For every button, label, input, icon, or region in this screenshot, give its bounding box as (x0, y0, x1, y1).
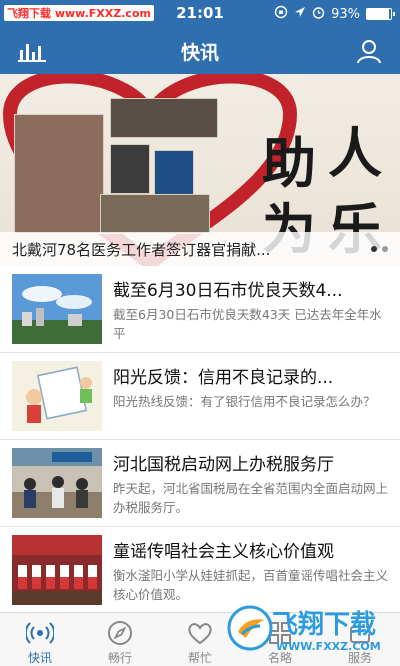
news-title: 童谣传唱社会主义核心价值观 (113, 542, 334, 562)
list-item[interactable]: 河北国税启动网上办税服务厅 昨天起，河北省国税局在全省范围内全面启动网上办税服务… (0, 440, 400, 527)
status-indicators: 93% (274, 5, 395, 23)
news-desc: 衡水滏阳小学从娃娃抓起，百首童谣传唱社会主义核心价值观。 (113, 568, 388, 602)
banner-big-text-1: 助 (262, 131, 316, 195)
watermark-logo: 飞翔下载 WWW.FXXZ.COM (226, 602, 394, 658)
banner-big-text-2: 人 (328, 121, 382, 185)
carousel-dot[interactable] (382, 246, 388, 252)
alarm-icon (312, 6, 325, 23)
broadcast-icon (24, 619, 56, 647)
page-title: 快讯 (180, 42, 219, 64)
news-title: 截至6月30日石市优良天数4... (113, 281, 343, 301)
banner-caption[interactable]: 北戴河78名医务工作者签订器官捐献... (12, 239, 270, 260)
news-title: 阳光反馈：信用不良记录的... (113, 368, 334, 388)
news-desc: 阳光热线反馈：有了银行信用不良记录怎么办？ (113, 394, 376, 409)
nav-bar: 快讯 (0, 26, 400, 74)
battery-icon (366, 8, 395, 20)
office-hall-photo (12, 448, 102, 518)
status-bar: 飞翔下载 www.FXXZ.com 21:01 93% (0, 0, 400, 26)
cartoon-illustration (12, 361, 102, 431)
news-list: 截至6月30日石市优良天数4... 截至6月30日石市优良天数43天 已达去年全… (0, 266, 400, 614)
watermark-logo-icon (227, 605, 273, 651)
rotation-lock-icon (274, 5, 288, 23)
user-icon[interactable] (356, 38, 382, 64)
banner-photo-bottom (100, 194, 210, 234)
list-item[interactable]: 截至6月30日石市优良天数4... 截至6月30日石市优良天数43天 已达去年全… (0, 266, 400, 353)
compass-icon (106, 619, 134, 647)
tab-label: 快讯 (27, 651, 52, 665)
battery-percent: 93% (331, 6, 360, 22)
tab-changxing[interactable]: 畅行 (80, 613, 160, 666)
list-item[interactable]: 童谣传唱社会主义核心价值观 衡水滏阳小学从娃娃抓起，百首童谣传唱社会主义核心价值… (0, 527, 400, 614)
location-icon (294, 6, 306, 22)
tab-label: 畅行 (107, 651, 132, 665)
watermark-main-text: 飞翔下载 (272, 610, 377, 640)
list-item[interactable]: 阳光反馈：信用不良记录的... 阳光热线反馈：有了银行信用不良记录怎么办？ (0, 353, 400, 440)
carousel-dots (371, 246, 388, 252)
banner-caption-bar: 北戴河78名医务工作者签订器官捐献... (0, 232, 400, 266)
banner-carousel[interactable]: 助 人 为 乐 北戴河78名医务工作者签订器官捐献... (0, 74, 400, 266)
banner-photo-group (110, 98, 218, 138)
banner-photo-man (154, 150, 194, 200)
banner-photo-woman (110, 144, 150, 194)
watermark-sub-text: WWW.FXXZ.COM (276, 640, 381, 653)
heart-hands-icon (186, 619, 214, 647)
news-desc: 截至6月30日石市优良天数43天 已达去年全年水平 (113, 307, 382, 341)
news-title: 河北国税启动网上办税服务厅 (113, 455, 334, 475)
children-performance-photo (12, 535, 102, 605)
banner-photo-left (14, 114, 104, 234)
tab-kuaixun[interactable]: 快讯 (0, 613, 80, 666)
city-sky-photo (12, 274, 102, 344)
news-desc: 昨天起，河北省国税局在全省范围内全面启动网上办税服务厅。 (113, 481, 388, 515)
carousel-dot[interactable] (371, 246, 377, 252)
